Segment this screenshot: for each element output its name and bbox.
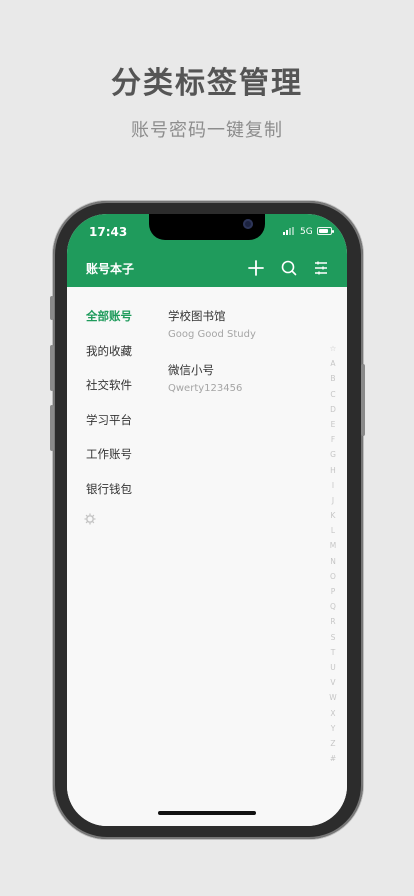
plus-icon[interactable]: [247, 259, 265, 277]
index-letter[interactable]: E: [326, 417, 340, 432]
index-letter[interactable]: Y: [326, 721, 340, 736]
index-letter[interactable]: ☆: [326, 341, 340, 356]
index-letter[interactable]: #: [326, 751, 340, 766]
account-name[interactable]: 学校图书馆: [168, 308, 226, 324]
app-title: 账号本子: [86, 262, 135, 276]
index-letter[interactable]: K: [326, 508, 340, 523]
index-letter[interactable]: T: [326, 645, 340, 660]
phone-side-button: [361, 364, 365, 436]
subline: 账号密码一键复制: [131, 120, 283, 141]
camera-icon: [243, 219, 253, 229]
index-letter[interactable]: M: [326, 538, 340, 553]
index-letter[interactable]: J: [326, 493, 340, 508]
category-work[interactable]: 工作账号: [86, 446, 132, 462]
index-letter[interactable]: D: [326, 402, 340, 417]
alphabet-index[interactable]: ☆ A B C D E F G H I J K L M N O P Q R S …: [326, 341, 340, 766]
index-letter[interactable]: P: [326, 584, 340, 599]
index-letter[interactable]: R: [326, 614, 340, 629]
category-favorites[interactable]: 我的收藏: [86, 343, 132, 359]
index-letter[interactable]: L: [326, 523, 340, 538]
index-letter[interactable]: V: [326, 675, 340, 690]
category-bank[interactable]: 银行钱包: [86, 481, 132, 497]
index-letter[interactable]: H: [326, 463, 340, 478]
index-letter[interactable]: X: [326, 706, 340, 721]
search-icon[interactable]: [280, 259, 298, 277]
index-letter[interactable]: G: [326, 447, 340, 462]
phone-side-button: [50, 405, 54, 451]
index-letter[interactable]: F: [326, 432, 340, 447]
account-username[interactable]: Goog Good Study: [168, 329, 256, 340]
index-letter[interactable]: Q: [326, 599, 340, 614]
category-social[interactable]: 社交软件: [86, 377, 132, 393]
index-letter[interactable]: A: [326, 356, 340, 371]
category-all-accounts[interactable]: 全部账号: [86, 308, 132, 324]
index-letter[interactable]: N: [326, 554, 340, 569]
index-letter[interactable]: S: [326, 630, 340, 645]
signal-icon: [283, 227, 294, 235]
gear-icon[interactable]: [84, 513, 96, 525]
headline: 分类标签管理: [111, 66, 303, 101]
battery-icon: [317, 227, 334, 235]
account-name[interactable]: 微信小号: [168, 362, 214, 378]
index-letter[interactable]: O: [326, 569, 340, 584]
index-letter[interactable]: W: [326, 690, 340, 705]
status-bar: 17:43 5G: [67, 214, 347, 256]
main-content: 全部账号 我的收藏 社交软件 学习平台 工作账号 银行钱包 学校图书馆 Goog…: [67, 287, 347, 826]
status-time: 17:43: [89, 225, 128, 239]
network-label: 5G: [300, 227, 313, 237]
notch: [149, 214, 265, 240]
phone-screen: 17:43 5G 账号本子 全部账号 我的收藏 社交软件 学习平台 工作账号 银…: [67, 214, 347, 826]
app-bar: 账号本子: [67, 256, 347, 287]
category-study[interactable]: 学习平台: [86, 412, 132, 428]
index-letter[interactable]: Z: [326, 736, 340, 751]
index-letter[interactable]: C: [326, 387, 340, 402]
menu-icon[interactable]: [312, 259, 330, 277]
account-username[interactable]: Qwerty123456: [168, 383, 242, 394]
index-letter[interactable]: U: [326, 660, 340, 675]
index-letter[interactable]: I: [326, 478, 340, 493]
phone-side-button: [50, 296, 54, 320]
home-indicator[interactable]: [158, 811, 256, 815]
index-letter[interactable]: B: [326, 371, 340, 386]
phone-side-button: [50, 345, 54, 391]
